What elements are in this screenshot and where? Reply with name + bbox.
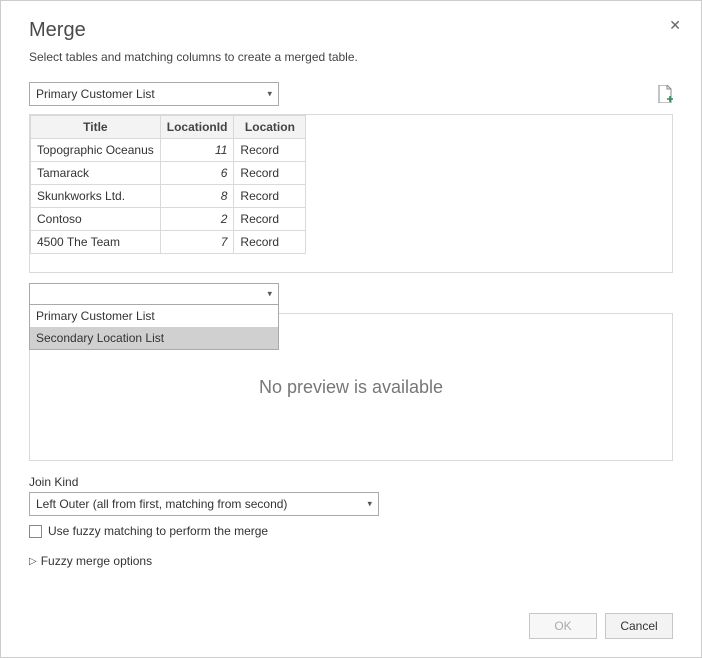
fuzzy-matching-label: Use fuzzy matching to perform the merge	[48, 524, 268, 538]
table-row[interactable]: Topographic Oceanus11Record	[31, 139, 306, 162]
join-kind-select[interactable]: Left Outer (all from first, matching fro…	[29, 492, 379, 516]
chevron-down-icon: ▾	[267, 289, 272, 300]
dialog-title: Merge	[29, 19, 673, 42]
dropdown-option[interactable]: Primary Customer List	[30, 305, 278, 327]
first-table-select[interactable]: Primary Customer List ▾	[29, 82, 279, 106]
fuzzy-matching-row[interactable]: Use fuzzy matching to perform the merge	[29, 524, 673, 538]
cancel-button[interactable]: Cancel	[605, 613, 673, 639]
table-row[interactable]: Contoso2Record	[31, 208, 306, 231]
join-kind-label: Join Kind	[29, 475, 673, 489]
fuzzy-options-expander[interactable]: ▷ Fuzzy merge options	[29, 554, 673, 568]
preview-table: Title LocationId Location Topographic Oc…	[30, 115, 306, 254]
table-row[interactable]: Tamarack6Record	[31, 162, 306, 185]
second-table-options: Primary Customer List Secondary Location…	[29, 305, 279, 350]
dialog-subtitle: Select tables and matching columns to cr…	[29, 50, 673, 64]
join-kind-value: Left Outer (all from first, matching fro…	[36, 497, 287, 511]
table-row[interactable]: Skunkworks Ltd.8Record	[31, 185, 306, 208]
second-table-select[interactable]: ▾ Primary Customer List Secondary Locati…	[29, 283, 279, 305]
table-row[interactable]: 4500 The Team7Record	[31, 231, 306, 254]
col-header[interactable]: LocationId	[160, 116, 234, 139]
fuzzy-options-label: Fuzzy merge options	[41, 554, 152, 568]
dropdown-option[interactable]: Secondary Location List	[30, 327, 278, 349]
chevron-down-icon: ▾	[367, 499, 372, 510]
add-from-file-icon[interactable]	[657, 85, 673, 103]
merge-dialog: ✕ Merge Select tables and matching colum…	[0, 0, 702, 658]
first-table-preview: Title LocationId Location Topographic Oc…	[29, 114, 673, 273]
col-header[interactable]: Location	[234, 116, 306, 139]
first-table-selected: Primary Customer List	[36, 87, 155, 101]
ok-button[interactable]: OK	[529, 613, 597, 639]
chevron-down-icon: ▾	[267, 89, 272, 100]
close-icon[interactable]: ✕	[669, 17, 681, 34]
no-preview-message: No preview is available	[259, 377, 443, 398]
table-header-row: Title LocationId Location	[31, 116, 306, 139]
col-header[interactable]: Title	[31, 116, 161, 139]
fuzzy-matching-checkbox[interactable]	[29, 525, 42, 538]
chevron-right-icon: ▷	[29, 556, 37, 567]
